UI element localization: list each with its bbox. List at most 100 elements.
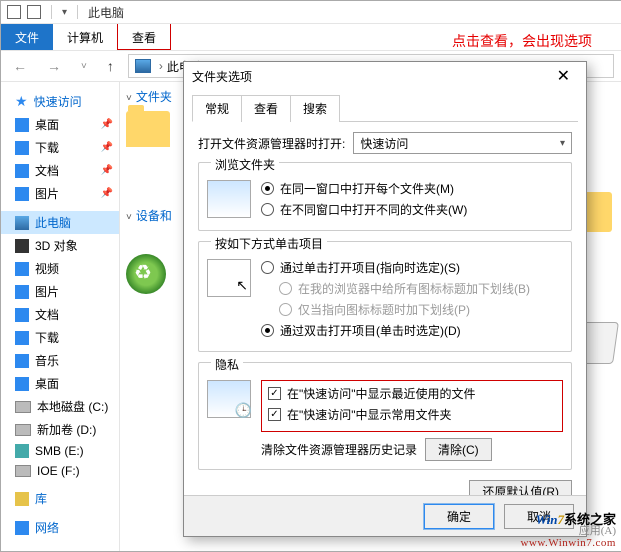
sidebar-item-label: 下载 bbox=[35, 139, 59, 156]
desktop-icon bbox=[15, 377, 29, 391]
back-button[interactable]: ← bbox=[7, 58, 33, 74]
radio-new-window[interactable]: 在不同窗口中打开不同的文件夹(W) bbox=[261, 201, 563, 218]
group-legend: 按如下方式单击项目 bbox=[211, 235, 327, 252]
forward-button[interactable]: → bbox=[41, 58, 67, 74]
sidebar-item-videos[interactable]: 视频 bbox=[1, 257, 119, 280]
app-icon bbox=[7, 5, 21, 19]
sidebar-item-documents[interactable]: 文档📌 bbox=[1, 159, 119, 182]
qat-button-1[interactable] bbox=[27, 5, 41, 19]
watermark: Win7系统之家 应用(A) www.Winwin7.com bbox=[520, 513, 616, 549]
group-label: 文件夹 bbox=[136, 90, 172, 104]
sidebar-item-3d[interactable]: 3D 对象 bbox=[1, 234, 119, 257]
sidebar-quick-access[interactable]: ★ 快速访问 bbox=[1, 90, 119, 113]
radio-underline-point: 仅当指向图标标题时加下划线(P) bbox=[261, 301, 563, 318]
disk-icon bbox=[15, 424, 31, 436]
radio-icon bbox=[279, 303, 292, 316]
tab-search[interactable]: 搜索 bbox=[290, 95, 340, 122]
sidebar-item-label: 图片 bbox=[35, 185, 59, 202]
window-title: 此电脑 bbox=[88, 4, 124, 21]
privacy-highlight-box: 在"快速访问"中显示最近使用的文件 在"快速访问"中显示常用文件夹 bbox=[261, 380, 563, 432]
sidebar-label: 此电脑 bbox=[35, 214, 71, 231]
folder-options-dialog: 文件夹选项 ✕ 常规 查看 搜索 打开文件资源管理器时打开: 快速访问 ▾ 浏览… bbox=[183, 61, 587, 537]
library-icon bbox=[15, 492, 29, 506]
dialog-titlebar: 文件夹选项 ✕ bbox=[184, 62, 586, 90]
cube-icon bbox=[15, 239, 29, 253]
sidebar-item-label: 音乐 bbox=[35, 352, 59, 369]
picture-icon bbox=[15, 285, 29, 299]
radio-icon bbox=[279, 282, 292, 295]
sidebar-item-pictures[interactable]: 图片 📌 bbox=[1, 182, 119, 205]
sidebar-label: 库 bbox=[35, 490, 47, 507]
sidebar-item-desktop-pc[interactable]: 桌面 bbox=[1, 372, 119, 395]
privacy-thumbnail-icon: 🕒 bbox=[207, 380, 251, 418]
chevron-down-icon: ˅ bbox=[126, 212, 132, 223]
radio-icon bbox=[261, 261, 274, 274]
clear-button[interactable]: 清除(C) bbox=[425, 438, 492, 461]
sidebar-network[interactable]: 网络 bbox=[1, 516, 119, 539]
sidebar-item-ioe-f[interactable]: IOE (F:) bbox=[1, 461, 119, 481]
desktop-icon bbox=[15, 118, 29, 132]
tab-view-dialog[interactable]: 查看 bbox=[241, 95, 291, 122]
group-legend: 隐私 bbox=[211, 356, 243, 373]
qat-overflow[interactable]: ▾ bbox=[62, 7, 67, 18]
sidebar-libraries[interactable]: 库 bbox=[1, 487, 119, 510]
tab-general[interactable]: 常规 bbox=[192, 95, 242, 122]
folder-item[interactable] bbox=[126, 111, 170, 147]
click-items-group: 按如下方式单击项目 ↖ 通过单击打开项目(指向时选定)(S) 在我的浏览器中给所… bbox=[198, 241, 572, 352]
option-label: 通过双击打开项目(单击时选定)(D) bbox=[280, 322, 461, 339]
network-icon bbox=[15, 521, 29, 535]
select-value: 快速访问 bbox=[360, 135, 408, 152]
sidebar-item-downloads-pc[interactable]: 下载 bbox=[1, 326, 119, 349]
radio-double-click[interactable]: 通过双击打开项目(单击时选定)(D) bbox=[261, 322, 563, 339]
sidebar-item-disk-c[interactable]: 本地磁盘 (C:) bbox=[1, 395, 119, 418]
sidebar-item-label: 桌面 bbox=[35, 375, 59, 392]
up-button[interactable]: ↑ bbox=[101, 58, 120, 74]
pin-icon: 📌 bbox=[101, 188, 113, 199]
pc-icon bbox=[135, 59, 151, 73]
sidebar-item-label: 图片 bbox=[35, 283, 59, 300]
tab-computer[interactable]: 计算机 bbox=[53, 24, 117, 50]
sidebar-item-label: IOE (F:) bbox=[37, 464, 80, 478]
download-icon bbox=[15, 331, 29, 345]
pc-icon bbox=[15, 216, 29, 230]
sidebar-item-label: SMB (E:) bbox=[35, 444, 84, 458]
close-button[interactable]: ✕ bbox=[549, 66, 578, 86]
sidebar-item-desktop[interactable]: 桌面📌 bbox=[1, 113, 119, 136]
clear-history-label: 清除文件资源管理器历史记录 bbox=[261, 441, 417, 458]
radio-single-click[interactable]: 通过单击打开项目(指向时选定)(S) bbox=[261, 259, 563, 276]
sidebar-item-smb-e[interactable]: SMB (E:) bbox=[1, 441, 119, 461]
tab-view[interactable]: 查看 bbox=[117, 24, 171, 50]
sidebar-item-label: 桌面 bbox=[35, 116, 59, 133]
sidebar-label: 快速访问 bbox=[34, 93, 82, 110]
recycle-bin-icon[interactable] bbox=[126, 254, 166, 294]
click-thumbnail-icon: ↖ bbox=[207, 259, 251, 297]
group-label: 设备和 bbox=[136, 209, 172, 223]
sidebar-item-downloads[interactable]: 下载📌 bbox=[1, 136, 119, 159]
checkbox-recent-files[interactable]: 在"快速访问"中显示最近使用的文件 bbox=[268, 385, 556, 402]
sidebar-item-pictures-pc[interactable]: 图片 bbox=[1, 280, 119, 303]
radio-icon bbox=[261, 203, 274, 216]
open-with-select[interactable]: 快速访问 ▾ bbox=[353, 132, 572, 154]
history-dropdown[interactable]: ˅ bbox=[75, 61, 93, 72]
checkbox-frequent-folders[interactable]: 在"快速访问"中显示常用文件夹 bbox=[268, 406, 556, 423]
dialog-title: 文件夹选项 bbox=[192, 68, 252, 85]
disk-icon bbox=[15, 444, 29, 458]
sidebar-item-documents-pc[interactable]: 文档 bbox=[1, 303, 119, 326]
chevron-down-icon: ˅ bbox=[126, 93, 132, 104]
sidebar-item-disk-d[interactable]: 新加卷 (D:) bbox=[1, 418, 119, 441]
sidebar-item-label: 视频 bbox=[35, 260, 59, 277]
dialog-body: 打开文件资源管理器时打开: 快速访问 ▾ 浏览文件夹 在同一窗口中打开每个文件夹… bbox=[184, 122, 586, 495]
radio-same-window[interactable]: 在同一窗口中打开每个文件夹(M) bbox=[261, 180, 563, 197]
ok-button[interactable]: 确定 bbox=[424, 504, 494, 529]
picture-icon bbox=[15, 187, 29, 201]
restore-defaults-button[interactable]: 还原默认值(R) bbox=[469, 480, 572, 495]
sidebar-item-music[interactable]: 音乐 bbox=[1, 349, 119, 372]
sidebar-this-pc[interactable]: 此电脑 bbox=[1, 211, 119, 234]
option-label: 在同一窗口中打开每个文件夹(M) bbox=[280, 180, 454, 197]
group-legend: 浏览文件夹 bbox=[211, 156, 279, 173]
tab-file[interactable]: 文件 bbox=[1, 24, 53, 50]
brand-text: Win bbox=[536, 512, 558, 527]
download-icon bbox=[15, 141, 29, 155]
music-icon bbox=[15, 354, 29, 368]
sidebar-item-label: 下载 bbox=[35, 329, 59, 346]
